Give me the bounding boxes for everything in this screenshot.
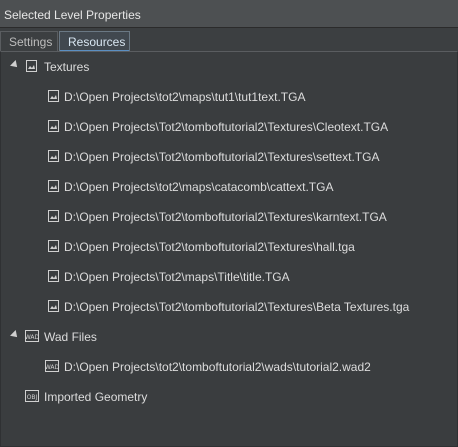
- tree-node-textures[interactable]: Textures: [1, 52, 457, 82]
- expand-arrow-icon[interactable]: [10, 330, 20, 340]
- tree-node-label: Imported Geometry: [44, 390, 148, 404]
- wad-path: D:\Open Projects\tot2\tomboftutorial2\wa…: [64, 360, 371, 374]
- texture-item[interactable]: D:\Open Projects\Tot2\tomboftutorial2\Te…: [1, 112, 457, 142]
- svg-text:OBJ: OBJ: [27, 394, 38, 401]
- tab-resources-label: Resources: [68, 35, 126, 49]
- wad-file-icon: WAD: [45, 360, 59, 372]
- texture-item[interactable]: D:\Open Projects\Tot2\maps\Title\title.T…: [1, 262, 457, 292]
- tab-settings-label: Settings: [9, 35, 53, 49]
- texture-file-icon: [48, 90, 59, 102]
- texture-file-icon: [48, 240, 59, 252]
- texture-path: D:\Open Projects\Tot2\tomboftutorial2\Te…: [64, 300, 410, 314]
- texture-group-icon: [26, 60, 37, 72]
- svg-text:WAD: WAD: [25, 334, 39, 341]
- tree-node-label: Textures: [44, 60, 90, 74]
- texture-path: D:\Open Projects\tot2\maps\catacomb\catt…: [64, 180, 334, 194]
- texture-path: D:\Open Projects\Tot2\tomboftutorial2\Te…: [64, 240, 355, 254]
- texture-item[interactable]: D:\Open Projects\Tot2\tomboftutorial2\Te…: [1, 232, 457, 262]
- texture-file-icon: [48, 120, 59, 132]
- texture-file-icon: [48, 270, 59, 282]
- texture-path: D:\Open Projects\Tot2\maps\Title\title.T…: [64, 270, 290, 284]
- tree-node-label: Wad Files: [44, 330, 97, 344]
- texture-path: D:\Open Projects\Tot2\tomboftutorial2\Te…: [64, 120, 389, 134]
- expand-arrow-icon[interactable]: [10, 60, 20, 70]
- texture-path: D:\Open Projects\Tot2\tomboftutorial2\Te…: [64, 210, 387, 224]
- tree-node-imported-geometry[interactable]: OBJ Imported Geometry: [1, 382, 457, 412]
- texture-item[interactable]: D:\Open Projects\Tot2\tomboftutorial2\Te…: [1, 142, 457, 172]
- obj-file-icon: OBJ: [25, 390, 39, 402]
- texture-file-icon: [48, 300, 59, 312]
- panel-title: Selected Level Properties: [4, 8, 141, 22]
- wad-item[interactable]: WAD D:\Open Projects\tot2\tomboftutorial…: [1, 352, 457, 382]
- resources-tree: Textures D:\Open Projects\tot2\maps\tut1…: [0, 51, 458, 447]
- panel-title-bar: Selected Level Properties: [0, 0, 458, 28]
- texture-item[interactable]: D:\Open Projects\tot2\maps\catacomb\catt…: [1, 172, 457, 202]
- texture-file-icon: [48, 150, 59, 162]
- texture-file-icon: [48, 210, 59, 222]
- texture-item[interactable]: D:\Open Projects\tot2\maps\tut1\tut1text…: [1, 82, 457, 112]
- tab-resources[interactable]: Resources: [59, 31, 130, 52]
- wad-group-icon: WAD: [25, 330, 39, 342]
- texture-path: D:\Open Projects\tot2\maps\tut1\tut1text…: [64, 90, 306, 104]
- texture-item[interactable]: D:\Open Projects\Tot2\tomboftutorial2\Te…: [1, 202, 457, 232]
- texture-file-icon: [48, 180, 59, 192]
- tree-node-wad-files[interactable]: WAD Wad Files: [1, 322, 457, 352]
- tab-settings[interactable]: Settings: [0, 31, 58, 51]
- tab-strip: Settings Resources: [0, 31, 458, 52]
- svg-text:WAD: WAD: [45, 364, 59, 371]
- texture-item[interactable]: D:\Open Projects\Tot2\tomboftutorial2\Te…: [1, 292, 457, 322]
- texture-path: D:\Open Projects\Tot2\tomboftutorial2\Te…: [64, 150, 380, 164]
